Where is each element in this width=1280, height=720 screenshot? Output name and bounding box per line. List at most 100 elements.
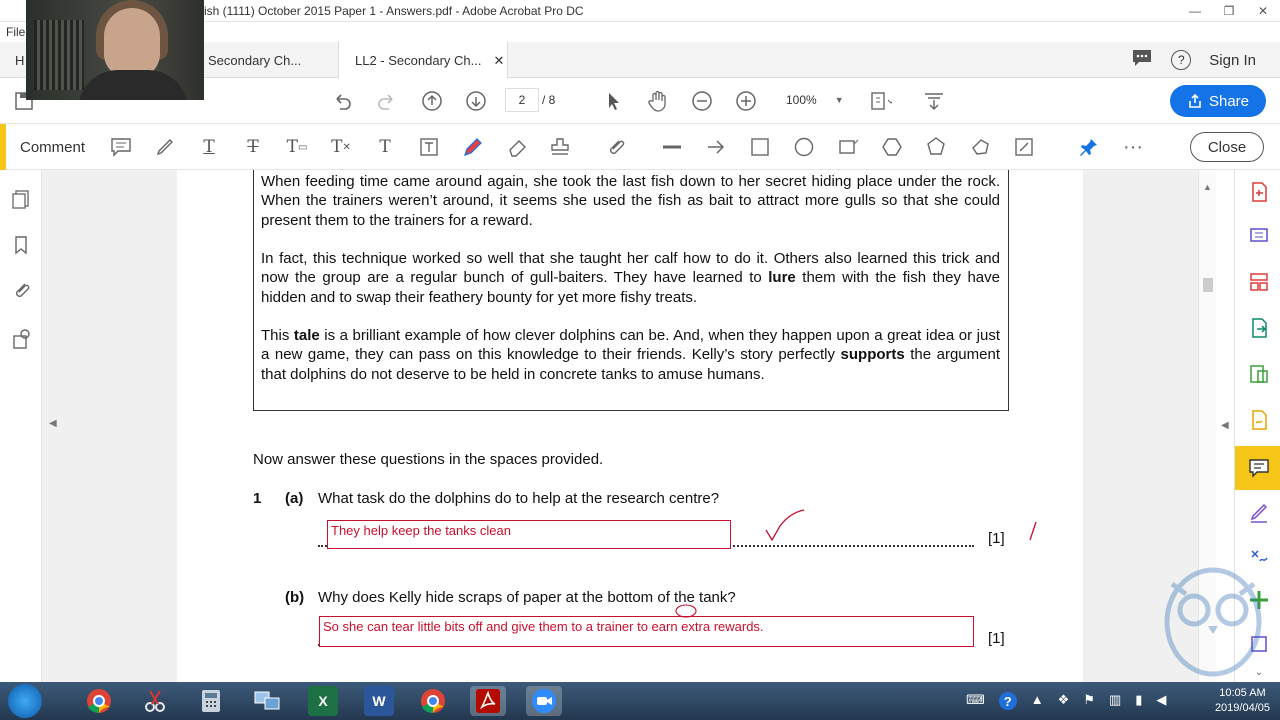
- underline-text-icon[interactable]: T: [197, 136, 221, 158]
- restore-button[interactable]: ❐: [1212, 0, 1246, 22]
- excel-icon[interactable]: X: [308, 686, 338, 716]
- close-window-button[interactable]: ✕: [1246, 0, 1280, 22]
- menu-file[interactable]: File: [6, 25, 25, 39]
- snipping-tool-icon[interactable]: [140, 686, 170, 716]
- answer-1b-box[interactable]: So she can tear little bits off and give…: [319, 616, 974, 647]
- hand-tool-icon[interactable]: [646, 90, 670, 112]
- export-pdf-icon[interactable]: [1247, 316, 1271, 340]
- combine-files-icon[interactable]: [1247, 224, 1271, 248]
- fill-sign-icon[interactable]: [1247, 500, 1271, 524]
- scroll-mode-icon[interactable]: [922, 90, 946, 112]
- page-number-input[interactable]: 2: [505, 88, 539, 112]
- stamp-icon[interactable]: [549, 136, 573, 158]
- clock[interactable]: 10:05 AM 2019/04/05: [1215, 686, 1270, 716]
- comment-accent-bar: [0, 124, 6, 170]
- chrome-icon[interactable]: [84, 686, 114, 716]
- cloud-tool-icon[interactable]: [924, 136, 948, 158]
- sign-in-link[interactable]: Sign In: [1209, 52, 1256, 69]
- undo-icon[interactable]: [330, 90, 354, 112]
- comments-icon[interactable]: [1131, 48, 1153, 72]
- redo-icon[interactable]: [375, 90, 399, 112]
- attachments-icon[interactable]: [10, 280, 32, 302]
- highlight-icon[interactable]: [153, 136, 177, 158]
- close-tab-icon[interactable]: ✕: [493, 53, 504, 69]
- collapse-left-icon: ◀: [49, 418, 57, 429]
- help-tray-icon[interactable]: ?: [998, 692, 1017, 710]
- dropbox-icon[interactable]: ❖: [1058, 692, 1070, 710]
- window-controls: — ❐ ✕: [1178, 0, 1280, 22]
- tab-document-2[interactable]: LL2 - Secondary Ch... ✕: [338, 42, 508, 79]
- instruction-text: Now answer these questions in the spaces…: [253, 451, 604, 468]
- minimize-button[interactable]: —: [1178, 0, 1212, 22]
- pencil-icon[interactable]: [461, 136, 485, 158]
- signal-icon[interactable]: ▮: [1135, 692, 1142, 710]
- question-1-number: 1: [253, 490, 262, 507]
- text-callout-icon[interactable]: [836, 136, 860, 158]
- next-page-icon[interactable]: [464, 90, 488, 112]
- zoom-in-icon[interactable]: [734, 90, 758, 112]
- show-hidden-icons[interactable]: ▲: [1031, 692, 1044, 710]
- oval-tool-icon[interactable]: [792, 136, 816, 158]
- chrome-icon-2[interactable]: [418, 686, 448, 716]
- signatures-icon[interactable]: [10, 328, 32, 350]
- add-text-icon[interactable]: T: [373, 136, 397, 158]
- question-1a-text: What task do the dolphins do to help at …: [318, 490, 720, 507]
- word-icon[interactable]: W: [364, 686, 394, 716]
- system-tray: ⌨ ? ▲ ❖ ⚑ ▥ ▮ ◀: [966, 692, 1166, 710]
- replace-text-icon[interactable]: T ▭: [285, 136, 309, 158]
- left-navigation-panel: [0, 170, 42, 682]
- zoom-out-icon[interactable]: [690, 90, 714, 112]
- zoom-app-icon[interactable]: [526, 686, 562, 716]
- connected-lines-icon[interactable]: [1012, 136, 1036, 158]
- bold-tale: tale: [293, 327, 320, 344]
- window-title: ish (1111) October 2015 Paper 1 - Answer…: [204, 4, 584, 18]
- share-button[interactable]: Share: [1170, 85, 1266, 117]
- request-signature-icon[interactable]: [1247, 408, 1271, 432]
- flag-icon[interactable]: ⚑: [1083, 692, 1095, 710]
- keyboard-icon[interactable]: ⌨: [966, 692, 985, 710]
- text-box-icon[interactable]: [417, 136, 441, 158]
- webcam-person-face: [104, 8, 160, 78]
- polygon-tool-icon[interactable]: [880, 136, 904, 158]
- page-thumbnails-icon[interactable]: [10, 188, 32, 210]
- answer-1a-box[interactable]: They help keep the tanks clean: [327, 520, 731, 549]
- sticky-note-icon[interactable]: [109, 136, 133, 158]
- passage-paragraph-1: When feeding time came around again, she…: [261, 173, 1000, 229]
- comment-tool-icon[interactable]: [1247, 456, 1271, 480]
- tab-home[interactable]: H: [15, 42, 24, 78]
- strikethrough-icon[interactable]: T: [241, 136, 265, 158]
- page-fit-icon[interactable]: [868, 90, 892, 112]
- select-cursor-icon[interactable]: [602, 90, 626, 112]
- acrobat-icon[interactable]: [470, 686, 506, 716]
- mark-1b: [1]: [988, 630, 1005, 647]
- scroll-thumb[interactable]: [1203, 278, 1213, 292]
- clear-format-icon[interactable]: T ✕: [329, 136, 353, 158]
- network-app-icon[interactable]: [252, 686, 282, 716]
- network-icon[interactable]: ▥: [1109, 692, 1121, 710]
- zoom-select[interactable]: 100% ▼: [782, 88, 846, 112]
- start-button-icon[interactable]: [8, 684, 42, 718]
- rectangle-tool-icon[interactable]: [748, 136, 772, 158]
- volume-icon[interactable]: ◀: [1156, 692, 1166, 710]
- eraser-icon[interactable]: [505, 136, 529, 158]
- arrow-tool-icon[interactable]: [704, 136, 728, 158]
- line-tool-icon[interactable]: [660, 136, 684, 158]
- edit-pdf-icon[interactable]: [1247, 362, 1271, 386]
- scroll-up-icon[interactable]: ▲: [1203, 182, 1212, 192]
- bookmark-icon[interactable]: [10, 234, 32, 256]
- create-pdf-icon[interactable]: [1247, 180, 1271, 204]
- left-panel-toggle[interactable]: ◀: [42, 170, 62, 682]
- previous-page-icon[interactable]: [420, 90, 444, 112]
- tab-document-1[interactable]: Secondary Ch...: [208, 42, 301, 78]
- more-options-icon[interactable]: ···: [1121, 136, 1145, 158]
- bold-lure: lure: [768, 269, 796, 287]
- help-icon[interactable]: ?: [1171, 50, 1192, 70]
- attach-file-icon[interactable]: [605, 136, 629, 158]
- pin-icon[interactable]: [1077, 136, 1101, 158]
- polygon-line-icon[interactable]: [968, 136, 992, 158]
- clock-time: 10:05 AM: [1219, 687, 1266, 699]
- close-comment-button[interactable]: Close: [1190, 132, 1264, 162]
- calculator-icon[interactable]: [196, 686, 226, 716]
- organize-pages-icon[interactable]: [1247, 270, 1271, 294]
- share-label: Share: [1208, 92, 1250, 110]
